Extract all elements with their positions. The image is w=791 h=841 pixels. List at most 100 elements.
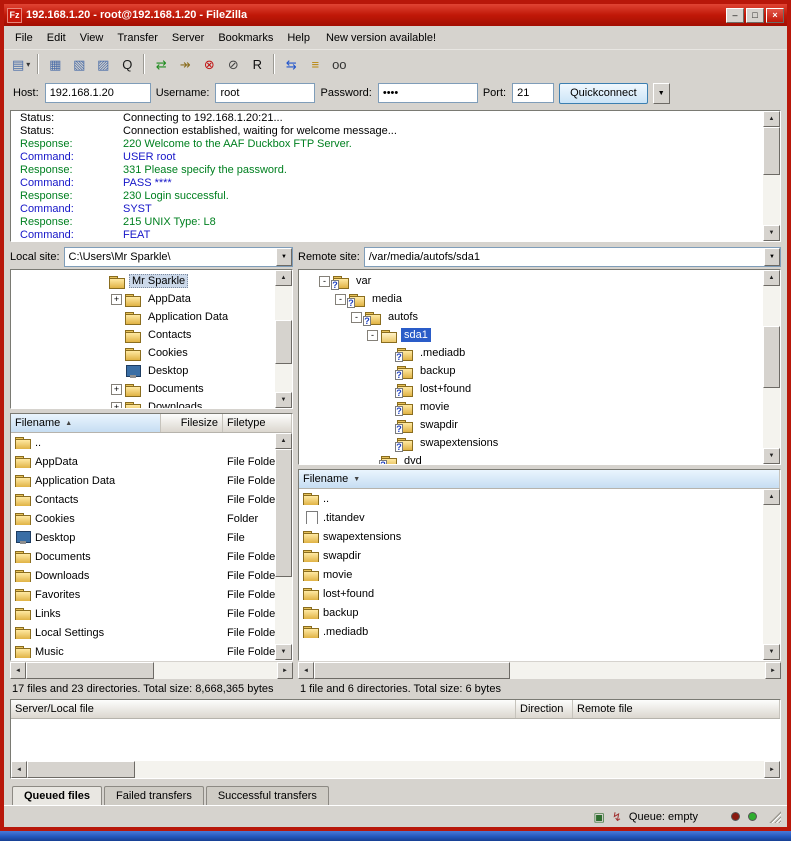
scroll-down-icon[interactable]: ▼ bbox=[275, 644, 292, 660]
scrollbar-track[interactable] bbox=[135, 761, 764, 778]
tree-item-movie[interactable]: ?movie bbox=[299, 398, 763, 416]
tree-item-var[interactable]: -?var bbox=[299, 272, 763, 290]
username-input[interactable] bbox=[215, 83, 315, 103]
synchronized-browsing-button[interactable]: ≡ bbox=[303, 53, 327, 75]
log-scrollbar[interactable]: ▲ ▼ bbox=[763, 111, 780, 241]
expand-toggle-icon[interactable]: + bbox=[111, 384, 122, 395]
scrollbar-track[interactable] bbox=[275, 364, 292, 392]
tree-item-dvd[interactable]: ?dvd bbox=[299, 452, 763, 464]
tree-item-swapextensions[interactable]: ?swapextensions bbox=[299, 434, 763, 452]
scroll-down-icon[interactable]: ▼ bbox=[763, 644, 780, 660]
menu-item-view[interactable]: View bbox=[73, 28, 111, 48]
expand-toggle-icon[interactable]: + bbox=[111, 402, 122, 409]
file-row-titandev[interactable]: .titandev bbox=[299, 508, 763, 527]
scrollbar-thumb[interactable] bbox=[275, 320, 292, 364]
quickconnect-button[interactable]: Quickconnect bbox=[559, 83, 648, 104]
scroll-down-icon[interactable]: ▼ bbox=[763, 225, 780, 241]
tree-item-swapdir[interactable]: ?swapdir bbox=[299, 416, 763, 434]
new-version-notice[interactable]: New version available! bbox=[317, 28, 445, 48]
disconnect-button[interactable]: ⊘ bbox=[221, 53, 245, 75]
scroll-up-icon[interactable]: ▲ bbox=[763, 489, 780, 505]
site-manager-button[interactable]: ▤▾ bbox=[9, 53, 33, 75]
scroll-left-icon[interactable]: ◄ bbox=[298, 662, 314, 679]
local-list-scrollbar[interactable]: ▲ ▼ bbox=[275, 433, 292, 660]
collapse-toggle-icon[interactable]: - bbox=[335, 294, 346, 305]
titlebar[interactable]: Fz 192.168.1.20 - root@192.168.1.20 - Fi… bbox=[4, 4, 787, 26]
tab-failed-transfers[interactable]: Failed transfers bbox=[104, 786, 204, 805]
collapse-toggle-icon[interactable]: - bbox=[367, 330, 378, 341]
scrollbar-track[interactable] bbox=[510, 662, 765, 679]
scrollbar-thumb[interactable] bbox=[763, 326, 780, 388]
queue-column-remote-file[interactable]: Remote file bbox=[573, 700, 780, 718]
combo-dropdown-icon[interactable]: ▼ bbox=[764, 248, 780, 266]
password-input[interactable] bbox=[378, 83, 478, 103]
toggle-local-tree-button[interactable]: ▧ bbox=[67, 53, 91, 75]
file-row-appdata[interactable]: AppDataFile Folder bbox=[11, 452, 275, 471]
scroll-up-icon[interactable]: ▲ bbox=[275, 433, 292, 449]
tree-item-media[interactable]: -?media bbox=[299, 290, 763, 308]
file-row-cookies[interactable]: CookiesFolder bbox=[11, 509, 275, 528]
column-header-filename[interactable]: Filename▼ bbox=[299, 470, 780, 488]
collapse-toggle-icon[interactable]: - bbox=[351, 312, 362, 323]
menu-item-edit[interactable]: Edit bbox=[40, 28, 73, 48]
resize-grip[interactable] bbox=[768, 810, 781, 823]
file-row-documents[interactable]: DocumentsFile Folder bbox=[11, 547, 275, 566]
minimize-button[interactable]: – bbox=[726, 8, 744, 23]
local-site-combobox[interactable]: C:\Users\Mr Sparkle\ ▼ bbox=[64, 247, 293, 267]
encryption-status-icon[interactable]: ▣ bbox=[594, 811, 605, 823]
menu-item-bookmarks[interactable]: Bookmarks bbox=[211, 28, 280, 48]
queue-hscrollbar[interactable]: ◄ ► bbox=[11, 761, 780, 778]
scrollbar-track[interactable] bbox=[763, 505, 780, 644]
remote-site-combobox[interactable]: /var/media/autofs/sda1 ▼ bbox=[364, 247, 781, 267]
process-queue-button[interactable]: ↠ bbox=[173, 53, 197, 75]
scroll-left-icon[interactable]: ◄ bbox=[11, 761, 27, 778]
scroll-right-icon[interactable]: ► bbox=[277, 662, 293, 679]
local-list-hscrollbar[interactable]: ◄ ► bbox=[10, 662, 293, 679]
scroll-right-icon[interactable]: ► bbox=[765, 662, 781, 679]
tree-item-appdata[interactable]: +AppData bbox=[11, 290, 275, 308]
scroll-down-icon[interactable]: ▼ bbox=[275, 392, 292, 408]
combo-dropdown-icon[interactable]: ▼ bbox=[276, 248, 292, 266]
remote-tree-scrollbar[interactable]: ▲ ▼ bbox=[763, 270, 780, 464]
scrollbar-track[interactable] bbox=[763, 388, 780, 448]
toggle-queue-button[interactable]: Q bbox=[115, 53, 139, 75]
file-row-lost-found[interactable]: lost+found bbox=[299, 584, 763, 603]
column-header-filesize[interactable]: Filesize bbox=[161, 414, 223, 432]
tree-item-backup[interactable]: ?backup bbox=[299, 362, 763, 380]
scroll-left-icon[interactable]: ◄ bbox=[10, 662, 26, 679]
directory-comparison-button[interactable]: ⇆ bbox=[279, 53, 303, 75]
expand-toggle-icon[interactable]: + bbox=[111, 294, 122, 305]
file-row-mediadb[interactable]: .mediadb bbox=[299, 622, 763, 641]
scroll-right-icon[interactable]: ► bbox=[764, 761, 780, 778]
file-row-downloads[interactable]: DownloadsFile Folder bbox=[11, 566, 275, 585]
collapse-toggle-icon[interactable]: - bbox=[319, 276, 330, 287]
file-row-links[interactable]: LinksFile Folder bbox=[11, 604, 275, 623]
scroll-up-icon[interactable]: ▲ bbox=[763, 111, 780, 127]
tree-item-downloads[interactable]: +Downloads bbox=[11, 398, 275, 408]
tree-item-cookies[interactable]: Cookies bbox=[11, 344, 275, 362]
file-row-item[interactable]: .. bbox=[299, 489, 763, 508]
tree-item-application-data[interactable]: Application Data bbox=[11, 308, 275, 326]
scroll-down-icon[interactable]: ▼ bbox=[763, 448, 780, 464]
tree-item-desktop[interactable]: Desktop bbox=[11, 362, 275, 380]
tree-item-mediadb[interactable]: ?.mediadb bbox=[299, 344, 763, 362]
tree-item-autofs[interactable]: -?autofs bbox=[299, 308, 763, 326]
speed-limit-icon[interactable]: ↯ bbox=[612, 811, 622, 823]
file-row-desktop[interactable]: DesktopFile bbox=[11, 528, 275, 547]
column-header-filetype[interactable]: Filetype bbox=[223, 414, 292, 432]
transfer-queue-body[interactable] bbox=[11, 719, 780, 760]
scrollbar-track[interactable] bbox=[275, 577, 292, 644]
queue-column-server-local-file[interactable]: Server/Local file bbox=[11, 700, 516, 718]
file-row-swapdir[interactable]: swapdir bbox=[299, 546, 763, 565]
tree-item-sda1[interactable]: -sda1 bbox=[299, 326, 763, 344]
scrollbar-thumb[interactable] bbox=[314, 662, 510, 679]
quickconnect-dropdown-button[interactable]: ▼ bbox=[653, 83, 670, 104]
file-row-backup[interactable]: backup bbox=[299, 603, 763, 622]
scroll-up-icon[interactable]: ▲ bbox=[763, 270, 780, 286]
column-header-filename[interactable]: Filename▲ bbox=[11, 414, 161, 432]
remote-list-hscrollbar[interactable]: ◄ ► bbox=[298, 662, 781, 679]
toggle-message-log-button[interactable]: ▦ bbox=[43, 53, 67, 75]
menu-item-transfer[interactable]: Transfer bbox=[110, 28, 165, 48]
file-row-application-data[interactable]: Application DataFile Folder bbox=[11, 471, 275, 490]
local-tree-scrollbar[interactable]: ▲ ▼ bbox=[275, 270, 292, 408]
